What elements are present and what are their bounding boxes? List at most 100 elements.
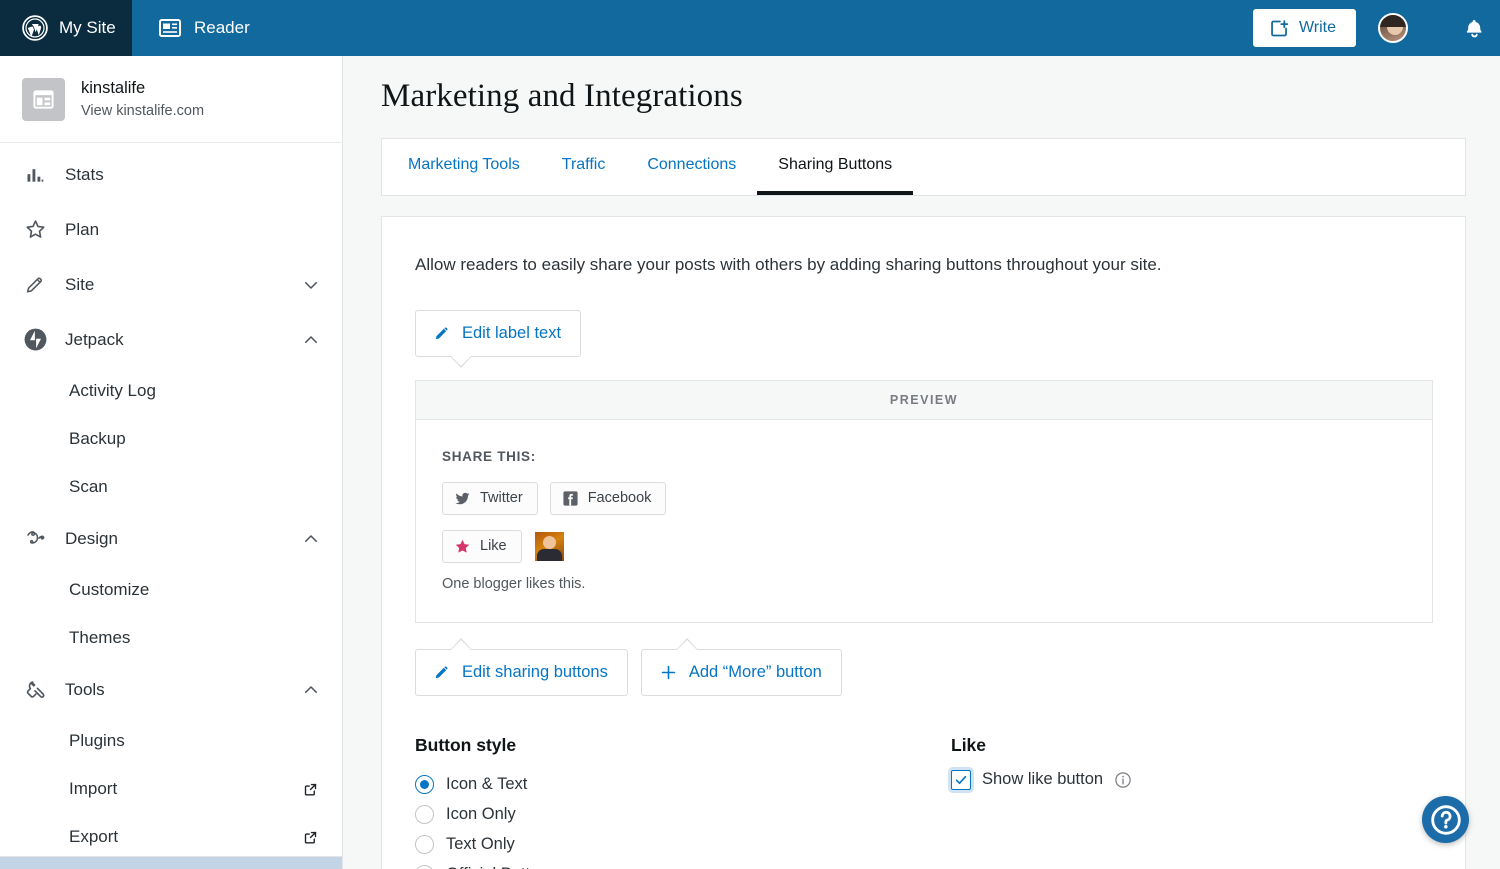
sidebar-item-design[interactable]: Design (0, 511, 342, 566)
sidebar-item-tools[interactable]: Tools (0, 662, 342, 717)
tab-marketing-tools[interactable]: Marketing Tools (387, 138, 541, 195)
add-more-label: Add “More” button (689, 663, 822, 682)
sidebar-item-export[interactable]: Export (0, 813, 342, 861)
main-content: Marketing and Integrations Marketing Too… (343, 56, 1500, 869)
sidebar-item-jetpack[interactable]: Jetpack (0, 312, 342, 367)
sidebar-item-site[interactable]: Site (0, 257, 342, 312)
sidebar-bottom-highlight[interactable] (0, 856, 343, 869)
sidebar-subitem-label: Plugins (69, 731, 318, 751)
sidebar: kinstalife View kinstalife.com Stats (0, 56, 343, 869)
page-title: Marketing and Integrations (343, 56, 1500, 115)
show-like-button-checkbox[interactable] (951, 770, 971, 790)
sharing-buttons-panel: Allow readers to easily share your posts… (381, 216, 1466, 869)
radio-icon-only-control[interactable] (415, 805, 434, 824)
sidebar-item-scan[interactable]: Scan (0, 463, 342, 511)
chevron-down-icon (302, 276, 320, 294)
share-button-label: Facebook (588, 490, 652, 506)
masthead: My Site Reader Write (0, 0, 1500, 56)
share-button-facebook[interactable]: Facebook (550, 482, 667, 515)
share-button-twitter[interactable]: Twitter (442, 482, 538, 515)
radio-label: Icon & Text (446, 775, 527, 794)
radio-icon-only[interactable]: Icon Only (415, 800, 951, 830)
tab-connections[interactable]: Connections (626, 138, 757, 195)
brush-icon (22, 526, 48, 552)
edit-label-text-button[interactable]: Edit label text (415, 310, 581, 357)
radio-official-buttons-control[interactable] (415, 865, 434, 869)
jetpack-icon (22, 327, 48, 353)
radio-label: Official Buttons (446, 865, 557, 869)
pencil-icon (22, 272, 48, 298)
edit-label-text-row: Edit label text (415, 310, 1433, 357)
radio-text-only[interactable]: Text Only (415, 830, 951, 860)
radio-icon-and-text-control[interactable] (415, 775, 434, 794)
sidebar-item-customize[interactable]: Customize (0, 566, 342, 614)
likes-text: One blogger likes this. (442, 576, 1432, 592)
star-filled-icon (454, 538, 471, 555)
plus-icon (659, 663, 678, 682)
wordpress-logo-icon (22, 15, 48, 41)
pencil-icon (433, 324, 451, 342)
avatar[interactable] (1378, 13, 1408, 43)
reader-label: Reader (194, 18, 250, 38)
external-link-icon (303, 782, 318, 797)
show-like-button-label: Show like button (982, 770, 1103, 789)
sidebar-item-stats[interactable]: Stats (0, 147, 342, 202)
site-card[interactable]: kinstalife View kinstalife.com (0, 56, 342, 143)
site-view-url: View kinstalife.com (81, 102, 204, 120)
write-label: Write (1299, 19, 1336, 37)
sidebar-item-label: Tools (65, 680, 302, 700)
tab-sharing-buttons[interactable]: Sharing Buttons (757, 138, 913, 195)
reader-button[interactable]: Reader (132, 0, 274, 56)
chevron-up-icon (302, 530, 320, 548)
info-circle-icon[interactable] (1114, 771, 1132, 789)
intro-text: Allow readers to easily share your posts… (415, 253, 1433, 278)
sidebar-item-import[interactable]: Import (0, 765, 342, 813)
sidebar-item-activity-log[interactable]: Activity Log (0, 367, 342, 415)
sidebar-subitem-label: Customize (69, 580, 318, 600)
sharing-preview-panel: PREVIEW SHARE THIS: Twitter (415, 380, 1433, 623)
settings-row: Button style Icon & Text Icon Only Text … (415, 735, 1433, 869)
external-link-icon (303, 830, 318, 845)
sidebar-subitem-label: Themes (69, 628, 318, 648)
show-like-button-row[interactable]: Show like button (951, 770, 1433, 790)
write-post-icon (1269, 18, 1290, 39)
reader-icon (158, 16, 182, 40)
button-style-title: Button style (415, 735, 951, 756)
add-more-button[interactable]: Add “More” button (641, 649, 842, 696)
sidebar-subitem-label: Backup (69, 429, 318, 449)
sidebar-item-label: Design (65, 529, 302, 549)
my-site-button[interactable]: My Site (0, 0, 132, 56)
like-group: Like Show like button (951, 735, 1433, 869)
like-button-label: Like (480, 538, 507, 554)
like-row: Like (442, 530, 1432, 563)
sidebar-item-label: Site (65, 275, 302, 295)
bar-chart-icon (22, 162, 48, 188)
chevron-up-icon (302, 681, 320, 699)
share-button-label: Twitter (480, 490, 523, 506)
site-name: kinstalife (81, 78, 204, 99)
tab-label: Connections (647, 156, 736, 174)
sidebar-subitem-label: Activity Log (69, 381, 318, 401)
share-this-label: SHARE THIS: (442, 449, 1432, 464)
liker-avatar[interactable] (535, 532, 564, 561)
masthead-spacer (274, 0, 1253, 56)
tab-traffic[interactable]: Traffic (541, 138, 627, 195)
notifications-button[interactable] (1448, 0, 1500, 56)
write-button[interactable]: Write (1253, 9, 1356, 47)
share-buttons-row: Twitter Facebook (442, 482, 1432, 515)
sidebar-item-plan[interactable]: Plan (0, 202, 342, 257)
sidebar-item-themes[interactable]: Themes (0, 614, 342, 662)
radio-text-only-control[interactable] (415, 835, 434, 854)
help-button[interactable] (1422, 796, 1469, 843)
twitter-bird-icon (454, 490, 471, 507)
sidebar-item-plugins[interactable]: Plugins (0, 717, 342, 765)
edit-sharing-buttons-button[interactable]: Edit sharing buttons (415, 649, 628, 696)
radio-icon-and-text[interactable]: Icon & Text (415, 770, 951, 800)
radio-label: Text Only (446, 835, 515, 854)
sidebar-item-backup[interactable]: Backup (0, 415, 342, 463)
radio-official-buttons[interactable]: Official Buttons (415, 860, 951, 869)
facebook-f-icon (562, 490, 579, 507)
like-button[interactable]: Like (442, 530, 522, 563)
tab-label: Sharing Buttons (778, 156, 892, 174)
preview-actions-row: Edit sharing buttons Add “More” button (415, 649, 1433, 696)
